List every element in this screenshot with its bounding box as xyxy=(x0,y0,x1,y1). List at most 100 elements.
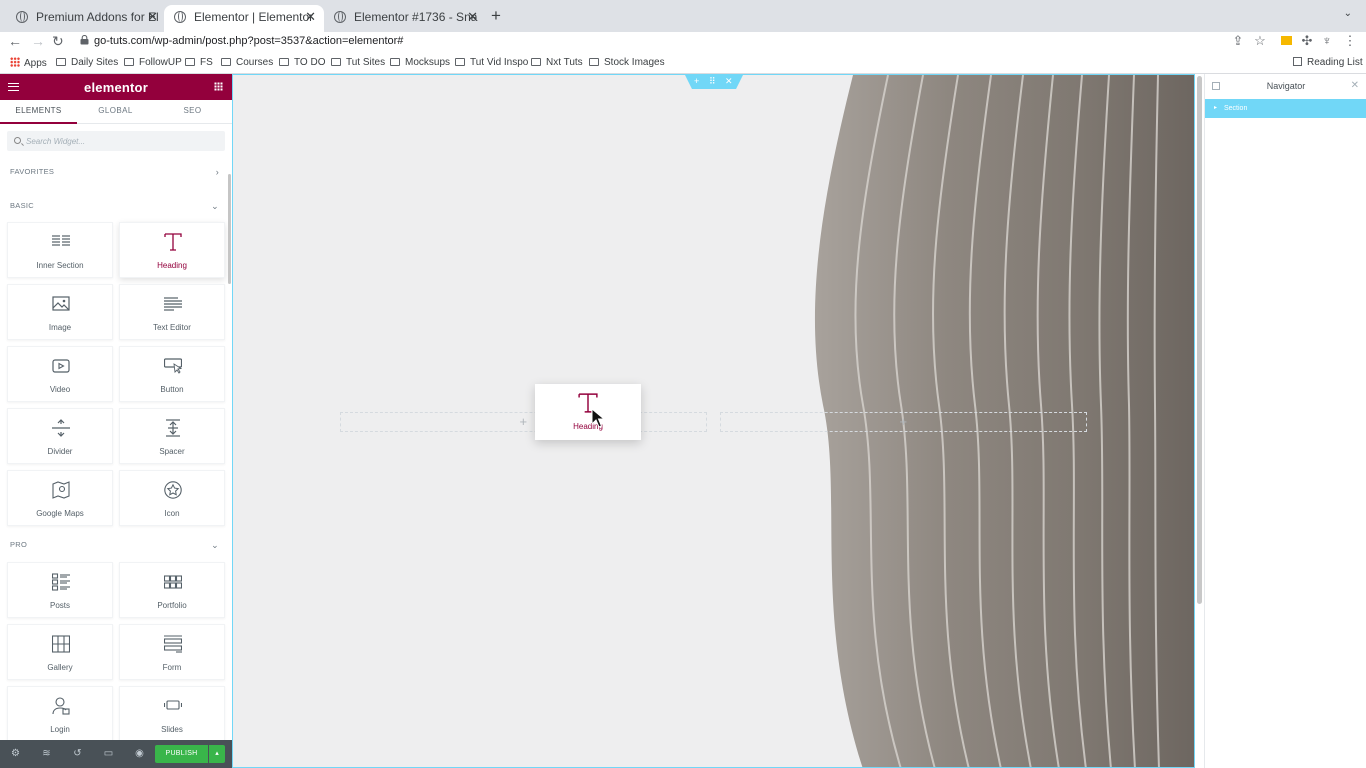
bookmark-apps[interactable]: Apps xyxy=(10,57,47,69)
category-favorites[interactable]: FAVORITES › xyxy=(0,163,232,181)
reload-icon[interactable]: ↻ xyxy=(52,33,64,50)
extension-profile-icon[interactable]: ♆ xyxy=(1320,34,1334,48)
bookmark-nxt-tuts[interactable]: Nxt Tuts xyxy=(531,57,583,68)
folder-icon xyxy=(221,58,231,66)
widget-image[interactable]: Image xyxy=(7,284,113,340)
widget-text-editor[interactable]: Text Editor xyxy=(119,284,225,340)
widget-heading[interactable]: Heading xyxy=(119,222,225,278)
widget-label: Spacer xyxy=(159,447,185,456)
folder-icon xyxy=(589,58,599,66)
lock-icon xyxy=(80,35,89,45)
share-icon[interactable]: ⇪ xyxy=(1231,34,1245,48)
bookmark-to-do[interactable]: TO DO xyxy=(279,57,325,68)
settings-gear-icon[interactable]: ⚙ xyxy=(10,748,21,759)
section-handle[interactable]: + ⠿ ✕ xyxy=(685,75,743,89)
widget-login[interactable]: Login xyxy=(7,686,113,742)
widget-video[interactable]: Video xyxy=(7,346,113,402)
delete-section-x-icon[interactable]: ✕ xyxy=(725,75,733,88)
widget-button[interactable]: Button xyxy=(119,346,225,402)
publish-options-caret-icon[interactable]: ▴ xyxy=(209,745,225,763)
widget-label: Slides xyxy=(161,725,183,734)
widget-divider[interactable]: Divider xyxy=(7,408,113,464)
browser-tab-elementor-3537[interactable]: Elementor | Elementor #3537 ✕ xyxy=(164,5,324,32)
bookmarks-bar: Apps Daily Sites FollowUP FS Courses TO … xyxy=(0,54,1366,74)
tab-elements[interactable]: ELEMENTS xyxy=(0,100,77,124)
bookmark-tut-vid-inspo[interactable]: Tut Vid Inspo xyxy=(455,57,528,68)
widget-label: Divider xyxy=(47,447,73,456)
widget-posts[interactable]: Posts xyxy=(7,562,113,618)
close-tab-icon[interactable]: ✕ xyxy=(467,5,478,29)
tab-search-chevron-icon[interactable]: ⌄ xyxy=(1344,8,1352,19)
back-arrow-icon[interactable]: ← xyxy=(8,33,22,49)
browser-menu-icon[interactable]: ⋮ xyxy=(1343,34,1357,48)
category-pro[interactable]: PRO ⌄ xyxy=(0,536,232,554)
publish-button[interactable]: PUBLISH xyxy=(155,745,208,763)
bookmark-fs[interactable]: FS xyxy=(185,57,213,68)
widget-form[interactable]: Form xyxy=(119,624,225,680)
add-section-plus-icon[interactable]: + xyxy=(694,75,699,88)
forward-arrow-icon[interactable]: → xyxy=(31,33,45,49)
search-widget-input[interactable] xyxy=(26,133,216,149)
close-tab-icon[interactable]: ✕ xyxy=(305,5,316,29)
image-icon xyxy=(52,296,70,311)
canvas-scrollbar[interactable] xyxy=(1197,76,1202,604)
category-basic[interactable]: BASIC ⌄ xyxy=(0,197,232,215)
extensions-puzzle-icon[interactable]: ✣ xyxy=(1300,34,1314,48)
layers-navigator-icon[interactable]: ≋ xyxy=(41,748,52,759)
widget-label: Heading xyxy=(157,261,187,270)
widget-gallery[interactable]: Gallery xyxy=(7,624,113,680)
widget-label: Portfolio xyxy=(157,601,187,610)
close-icon[interactable]: ✕ xyxy=(1351,80,1359,91)
star-icon xyxy=(164,481,182,499)
bookmark-daily-sites[interactable]: Daily Sites xyxy=(56,57,118,68)
widget-label: Button xyxy=(160,385,184,394)
close-tab-icon[interactable]: ✕ xyxy=(147,5,158,29)
browser-tab-premium-addons[interactable]: Premium Addons for Elementor ✕ xyxy=(6,5,166,32)
bookmark-mocksups[interactable]: Mocksups xyxy=(390,57,450,68)
globe-icon xyxy=(174,11,186,23)
widget-portfolio[interactable]: Portfolio xyxy=(119,562,225,618)
editor-canvas[interactable]: + ⠿ ✕ + + Heading xyxy=(232,74,1195,768)
tab-seo[interactable]: SEO xyxy=(154,100,231,124)
column-right-drop-area[interactable]: + xyxy=(720,412,1087,432)
new-tab-button[interactable]: + xyxy=(491,6,501,26)
widget-label: Text Editor xyxy=(153,323,191,332)
add-element-plus-icon[interactable]: + xyxy=(900,414,908,429)
widget-search xyxy=(7,131,225,151)
widget-inner-section[interactable]: Inner Section xyxy=(7,222,113,278)
button-icon xyxy=(164,358,182,374)
posts-icon xyxy=(52,573,70,591)
dragging-heading-widget[interactable]: Heading xyxy=(535,384,641,440)
bookmark-followup[interactable]: FollowUP xyxy=(124,57,182,68)
browser-tab-elementor-1736[interactable]: Elementor #1736 - Snappy Spot ✕ xyxy=(324,5,486,32)
bookmark-courses[interactable]: Courses xyxy=(221,57,273,68)
bookmark-star-icon[interactable]: ☆ xyxy=(1253,34,1267,48)
add-element-plus-icon[interactable]: + xyxy=(520,414,528,429)
drag-section-grip-icon[interactable]: ⠿ xyxy=(709,75,716,88)
address-bar[interactable]: go-tuts.com/wp-admin/post.php?post=3537&… xyxy=(70,32,1280,52)
url-text: go-tuts.com/wp-admin/post.php?post=3537&… xyxy=(94,35,404,47)
column-left-drop-area[interactable]: + xyxy=(340,412,707,432)
preview-eye-icon[interactable]: ◉ xyxy=(134,748,145,759)
widget-slides[interactable]: Slides xyxy=(119,686,225,742)
extension-yellow-icon[interactable] xyxy=(1280,34,1294,48)
responsive-mode-icon[interactable]: ▭ xyxy=(103,748,114,759)
bookmark-stock-images[interactable]: Stock Images xyxy=(589,57,665,68)
widgets-grid-icon[interactable] xyxy=(214,82,223,91)
navigator-item-label: Section xyxy=(1224,105,1248,112)
portfolio-icon xyxy=(164,575,182,589)
widget-icon[interactable]: Icon xyxy=(119,470,225,526)
browser-tab-bar: Premium Addons for Elementor ✕ Elementor… xyxy=(0,0,1366,32)
panel-scrollbar[interactable] xyxy=(228,174,231,284)
elementor-panel: elementor ELEMENTS GLOBAL SEO FAVORITES … xyxy=(0,74,232,768)
history-icon[interactable]: ↺ xyxy=(72,748,83,759)
widget-spacer[interactable]: Spacer xyxy=(119,408,225,464)
widget-google-maps[interactable]: Google Maps xyxy=(7,470,113,526)
folder-icon xyxy=(124,58,134,66)
widget-label: Inner Section xyxy=(36,261,84,270)
reading-list-button[interactable]: Reading List xyxy=(1293,57,1363,68)
tab-global[interactable]: GLOBAL xyxy=(77,100,154,124)
caret-right-icon[interactable]: ▸ xyxy=(1214,99,1217,118)
navigator-item-section[interactable]: ▸ Section xyxy=(1205,99,1366,118)
bookmark-tut-sites[interactable]: Tut Sites xyxy=(331,57,385,68)
